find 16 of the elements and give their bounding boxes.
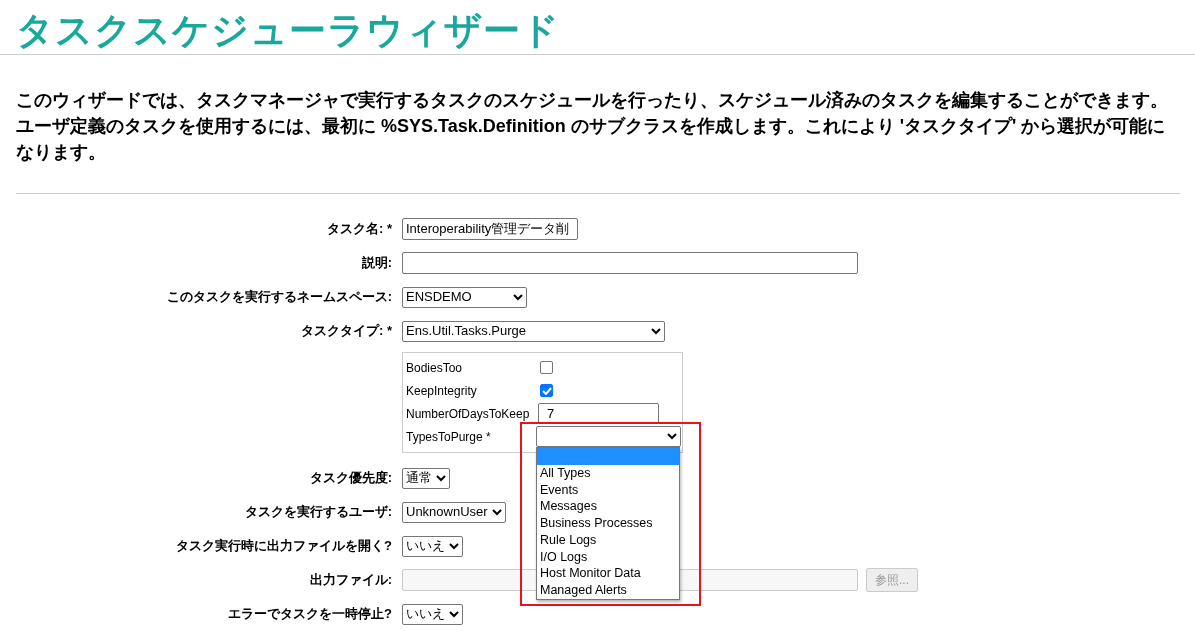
field-label: タスク実行時に出力ファイルを開く? — [175, 537, 392, 556]
parameter-label: KeepIntegrity — [406, 382, 478, 400]
field-label: タスク名: * — [326, 220, 392, 239]
intro-text: このウィザードでは、タスクマネージャで実行するタスクのスケジュールを行ったり、スケジュール済みのタスクを編集することができます。 — [16, 89, 1169, 112]
intro-text: ユーザ定義のタスクを使用するには、最初に %SYS.Task.Definition のサブクラスを作成します。これにより 'タスクタイプ' から選択が可能になります。 — [16, 115, 1167, 164]
field-label: エラーでタスクを一時停止? — [227, 605, 392, 624]
parameter-label: NumberOfDaysToKeep — [406, 405, 531, 423]
field-label: このタスクを実行するネームスペース: — [165, 288, 392, 307]
field-label: タスクを実行するユーザ: — [243, 503, 392, 522]
field-label: タスクタイプ: * — [300, 322, 392, 341]
page-title: タスクスケジューラウィザード — [16, 9, 561, 53]
field-label: 説明: — [360, 254, 392, 273]
field-label: 出力ファイル: — [308, 571, 392, 590]
field-label: タスク優先度: — [308, 469, 392, 488]
parameter-label: TypesToPurge * — [406, 428, 492, 446]
parameter-label: BodiesToo — [406, 359, 464, 377]
